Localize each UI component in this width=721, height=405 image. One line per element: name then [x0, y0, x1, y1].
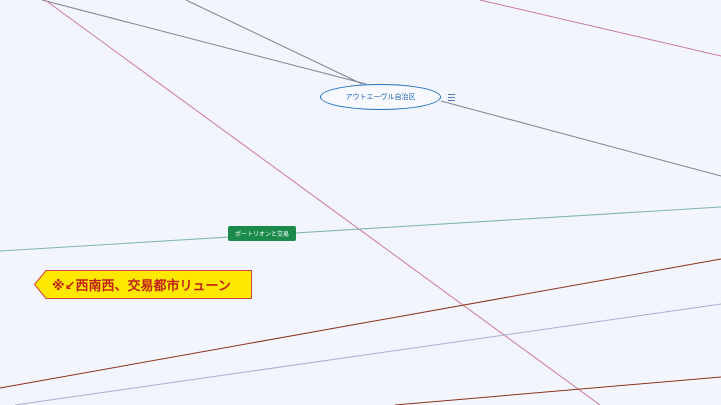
- node-trade-label: ポートリオンと交易: [234, 231, 289, 238]
- edge-gray-2: [185, 0, 363, 85]
- node-trade-city-ryuun[interactable]: ※↙西南西、交易都市リューン: [34, 270, 252, 299]
- node-trade-city-label: ※↙西南西、交易都市リューン: [52, 279, 231, 294]
- edge-teal: [0, 206, 721, 252]
- node-autoeuvre-district[interactable]: アウトエーヴル自治区: [320, 84, 441, 110]
- edge-lavender: [14, 303, 721, 405]
- edge-gray-1: [41, 0, 367, 85]
- node-trade-with-portrion[interactable]: ポートリオンと交易: [228, 226, 296, 241]
- connector-lines: [0, 0, 721, 405]
- hamburger-menu-icon[interactable]: [448, 94, 455, 101]
- mindmap-canvas[interactable]: アウトエーヴル自治区 ポートリオンと交易 ※↙西南西、交易都市リューン: [0, 0, 721, 405]
- node-autoeuvre-label: アウトエーヴル自治区: [345, 93, 416, 101]
- edge-pink-2: [44, 0, 601, 405]
- edge-pink-1: [479, 0, 721, 57]
- edge-brown-2: [394, 376, 721, 405]
- edge-gray-3: [440, 100, 721, 177]
